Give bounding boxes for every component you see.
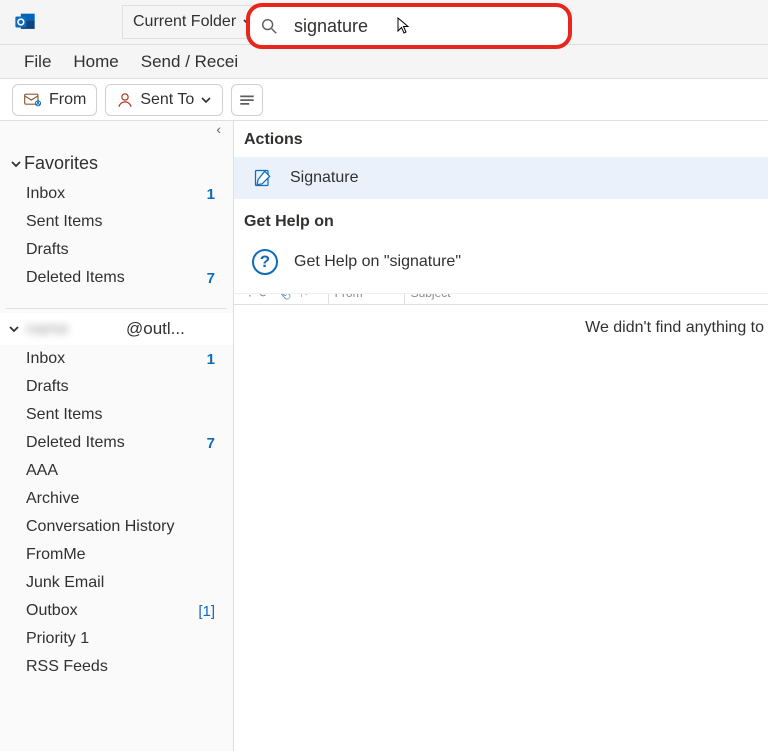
folder-deleted-items[interactable]: Deleted Items7 bbox=[0, 429, 233, 457]
tab-home[interactable]: Home bbox=[73, 52, 118, 72]
chevron-down-icon bbox=[10, 158, 22, 170]
title-bar: Current Folder bbox=[0, 0, 768, 45]
search-scope-label: Current Folder bbox=[133, 13, 236, 31]
account-domain: @outl... bbox=[126, 319, 185, 339]
folder-fromme[interactable]: FromMe bbox=[0, 541, 233, 569]
tab-file[interactable]: File bbox=[24, 52, 51, 72]
folder-rss-feeds[interactable]: RSS Feeds bbox=[0, 653, 233, 681]
search-suggestions: Actions Signature Get Help on ? Get Help… bbox=[234, 131, 768, 294]
filter-sent-to-label: Sent To bbox=[140, 91, 194, 109]
folder-aaa[interactable]: AAA bbox=[0, 457, 233, 485]
envelope-person-icon bbox=[23, 90, 43, 110]
suggestion-help-label: Get Help on "signature" bbox=[294, 253, 461, 271]
suggestions-help-heading: Get Help on bbox=[234, 199, 768, 239]
category-icon bbox=[238, 91, 256, 109]
folder-inbox[interactable]: Inbox1 bbox=[0, 180, 233, 208]
folder-pane: ‹ Favorites Inbox1 Sent Items Drafts Del… bbox=[0, 121, 234, 751]
account-folder-list: Inbox1 Drafts Sent Items Deleted Items7 … bbox=[0, 345, 233, 693]
account-email-hidden: name bbox=[26, 319, 126, 339]
folder-sent-items[interactable]: Sent Items bbox=[0, 401, 233, 429]
no-results-message: We didn't find anything to bbox=[234, 305, 768, 337]
chevron-down-icon bbox=[8, 323, 20, 335]
mouse-cursor bbox=[397, 17, 411, 31]
folder-conversation-history[interactable]: Conversation History bbox=[0, 513, 233, 541]
folder-inbox[interactable]: Inbox1 bbox=[0, 345, 233, 373]
search-command-bar: From Sent To bbox=[0, 79, 768, 121]
help-icon: ? bbox=[252, 249, 278, 275]
tab-sendreceive[interactable]: Send / Recei bbox=[141, 52, 238, 72]
folder-drafts[interactable]: Drafts bbox=[0, 236, 233, 264]
search-icon bbox=[260, 17, 278, 35]
folder-outbox[interactable]: Outbox[1] bbox=[0, 597, 233, 625]
favorites-list: Inbox1 Sent Items Drafts Deleted Items7 bbox=[0, 180, 233, 304]
suggestion-action-label: Signature bbox=[290, 169, 359, 187]
filter-sent-to-button[interactable]: Sent To bbox=[105, 84, 223, 116]
ribbon-tabs: File Home Send / Recei bbox=[0, 45, 768, 79]
search-input[interactable] bbox=[292, 15, 558, 38]
chevron-down-icon bbox=[200, 94, 212, 106]
filter-category-button[interactable] bbox=[231, 84, 263, 116]
account-header[interactable]: name @outl... bbox=[0, 313, 233, 345]
folder-junk-email[interactable]: Junk Email bbox=[0, 569, 233, 597]
filter-from-button[interactable]: From bbox=[12, 84, 97, 116]
divider bbox=[6, 308, 227, 309]
suggestions-actions-heading: Actions bbox=[234, 131, 768, 157]
favorites-header[interactable]: Favorites bbox=[0, 151, 233, 180]
search-scope-dropdown[interactable]: Current Folder bbox=[122, 5, 265, 39]
folder-archive[interactable]: Archive bbox=[0, 485, 233, 513]
suggestion-action-signature[interactable]: Signature bbox=[234, 157, 768, 199]
suggestion-help-signature[interactable]: ? Get Help on "signature" bbox=[234, 239, 768, 293]
folder-sent-items[interactable]: Sent Items bbox=[0, 208, 233, 236]
folder-drafts[interactable]: Drafts bbox=[0, 373, 233, 401]
person-icon bbox=[116, 91, 134, 109]
outlook-logo bbox=[14, 11, 36, 33]
folder-priority-1[interactable]: Priority 1 bbox=[0, 625, 233, 653]
signature-icon bbox=[252, 167, 274, 189]
favorites-label: Favorites bbox=[24, 153, 98, 174]
collapse-pane-button[interactable]: ‹ bbox=[0, 121, 233, 151]
folder-deleted-items[interactable]: Deleted Items7 bbox=[0, 264, 233, 292]
filter-from-label: From bbox=[49, 91, 86, 109]
content-area: Actions Signature Get Help on ? Get Help… bbox=[234, 121, 768, 751]
